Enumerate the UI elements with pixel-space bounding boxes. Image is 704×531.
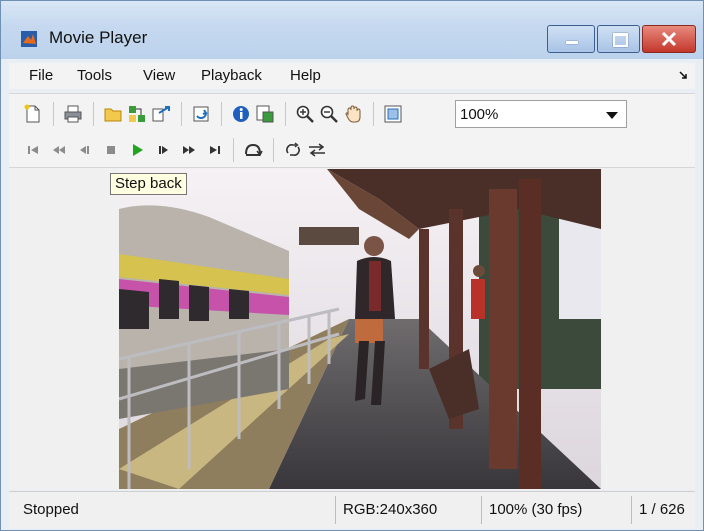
- close-icon: [661, 32, 677, 46]
- main-toolbar: 100%: [9, 93, 695, 134]
- frame-counter: 1 / 626: [639, 501, 685, 518]
- menu-tools[interactable]: Tools: [77, 67, 112, 84]
- toolbar-separator: [221, 102, 222, 126]
- fit-to-window-icon[interactable]: [383, 104, 403, 124]
- zoom-out-icon[interactable]: [319, 104, 339, 124]
- menu-help[interactable]: Help: [290, 67, 321, 84]
- jump-to-icon[interactable]: [243, 140, 263, 160]
- toolbar-separator: [233, 138, 234, 162]
- sync-icon[interactable]: [191, 104, 211, 124]
- zoom-fps: 100% (30 fps): [489, 501, 583, 518]
- zoom-value: 100%: [460, 106, 499, 123]
- video-display-area: [9, 168, 695, 490]
- step-back-icon[interactable]: [75, 140, 95, 160]
- menu-playback[interactable]: Playback: [201, 67, 262, 84]
- info-icon[interactable]: [231, 104, 251, 124]
- rewind-icon[interactable]: [49, 140, 69, 160]
- minimize-button[interactable]: [547, 25, 595, 53]
- toolbar-separator: [93, 102, 94, 126]
- menu-file[interactable]: File: [29, 67, 53, 84]
- zoom-select[interactable]: 100%: [455, 100, 627, 128]
- close-button[interactable]: [642, 25, 696, 53]
- new-window-icon[interactable]: [23, 104, 43, 124]
- forward-backward-icon[interactable]: [307, 140, 327, 160]
- menu-view[interactable]: View: [143, 67, 175, 84]
- video-frame[interactable]: [119, 169, 601, 489]
- dock-arrow-icon[interactable]: [679, 71, 687, 79]
- open-folder-icon[interactable]: [103, 104, 123, 124]
- fast-forward-icon[interactable]: [179, 140, 199, 160]
- repeat-icon[interactable]: [283, 140, 303, 160]
- status-divider: [631, 496, 632, 524]
- playback-state: Stopped: [23, 501, 79, 518]
- go-to-first-icon[interactable]: [23, 140, 43, 160]
- print-icon[interactable]: [63, 104, 83, 124]
- zoom-in-icon[interactable]: [295, 104, 315, 124]
- properties-icon[interactable]: [255, 104, 275, 124]
- export-icon[interactable]: [151, 104, 171, 124]
- toolbar-separator: [373, 102, 374, 126]
- status-divider: [481, 496, 482, 524]
- window-title: Movie Player: [49, 28, 148, 47]
- matlab-logo-icon: [21, 31, 37, 47]
- stop-icon[interactable]: [101, 140, 121, 160]
- play-icon[interactable]: [127, 140, 147, 160]
- menu-bar: File Tools View Playback Help: [9, 63, 695, 89]
- connect-simulink-icon[interactable]: [127, 104, 147, 124]
- toolbar-separator: [285, 102, 286, 126]
- step-back-tooltip: Step back: [110, 173, 187, 195]
- playback-toolbar: [9, 133, 695, 168]
- step-forward-icon[interactable]: [153, 140, 173, 160]
- status-bar: Stopped RGB:240x360 100% (30 fps) 1 / 62…: [9, 491, 695, 528]
- go-to-last-icon[interactable]: [205, 140, 225, 160]
- color-format: RGB:240x360: [343, 501, 438, 518]
- movie-player-window: Movie Player File Tools View Playback He…: [0, 0, 704, 531]
- chevron-down-icon[interactable]: [606, 112, 618, 119]
- title-bar[interactable]: Movie Player: [1, 1, 703, 59]
- toolbar-separator: [273, 138, 274, 162]
- toolbar-separator: [53, 102, 54, 126]
- pan-hand-icon[interactable]: [343, 104, 363, 124]
- status-divider: [335, 496, 336, 524]
- maximize-button[interactable]: [597, 25, 640, 53]
- toolbar-separator: [181, 102, 182, 126]
